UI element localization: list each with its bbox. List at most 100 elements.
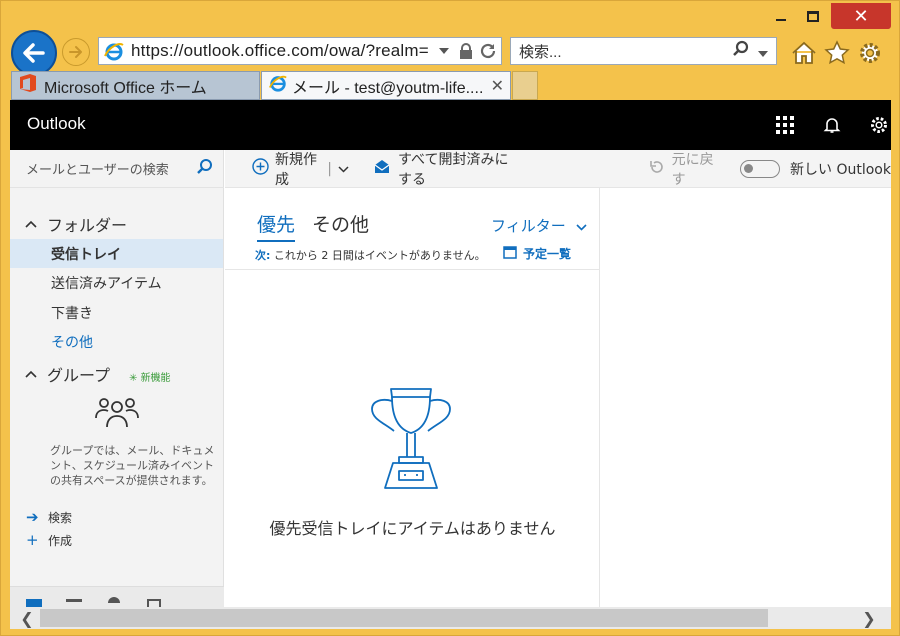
favorites-button[interactable]	[823, 39, 851, 67]
mail-search-placeholder: メールとユーザーの検索	[26, 163, 169, 178]
address-url[interactable]: https://outlook.office.com/owa/?realm=	[131, 41, 433, 61]
folder-label: 受信トレイ	[51, 246, 121, 263]
command-bar: 新規作成 | すべて開封済みにする 元に戻す 新しい Outlook	[225, 150, 891, 188]
chevron-down-icon[interactable]	[338, 161, 349, 177]
agenda-link[interactable]: 予定一覧	[503, 245, 571, 262]
app-title[interactable]: Outlook	[27, 114, 86, 134]
scroll-left-icon[interactable]: ❮	[16, 609, 38, 628]
search-icon[interactable]	[196, 158, 214, 180]
groups-description: グループでは、メール、ドキュメント、スケジュール済みイベントの共有スペースが提供…	[50, 444, 215, 487]
back-arrow-icon	[23, 43, 45, 63]
folder-label: その他	[51, 334, 93, 351]
folder-label: 下書き	[51, 305, 93, 322]
folders-header-label: フォルダー	[47, 216, 128, 235]
folder-more-link[interactable]: その他	[10, 327, 223, 356]
tab-other[interactable]: その他	[312, 210, 369, 237]
browser-window: ✕ https://outlook.office.com/owa/?realm=…	[0, 0, 900, 636]
tasks-module-icon[interactable]	[147, 599, 161, 607]
close-icon: ✕	[853, 5, 869, 27]
browser-search-placeholder: 検索...	[519, 43, 562, 61]
new-outlook-toggle[interactable]: 新しい Outlook	[740, 159, 891, 179]
home-icon	[792, 41, 816, 64]
upcoming-events-notice: 次: これから 2 日間はイベントがありません。	[255, 247, 486, 263]
office-logo-icon	[18, 73, 38, 98]
close-button[interactable]: ✕	[831, 3, 891, 29]
tab-office-home[interactable]: Microsoft Office ホーム	[11, 71, 260, 100]
folder-inbox[interactable]: 受信トレイ	[10, 239, 223, 268]
notifications-button[interactable]	[821, 114, 843, 136]
new-feature-label: 新機能	[140, 373, 171, 384]
filter-button[interactable]: フィルター	[491, 215, 587, 236]
settings-button[interactable]	[868, 114, 890, 136]
empty-inbox-message: 優先受信トレイにアイテムはありません	[269, 519, 556, 538]
divider	[225, 269, 600, 270]
chevron-up-icon	[25, 367, 37, 381]
people-module-icon[interactable]	[108, 597, 120, 607]
tab-label: メール - test@youtm-life....	[292, 79, 484, 97]
next-text: これから 2 日間はイベントがありません。	[273, 249, 486, 262]
maximize-button[interactable]	[798, 3, 828, 29]
bell-icon	[823, 118, 841, 133]
action-label: 検索	[48, 510, 73, 525]
outlook-header: Outlook	[10, 100, 891, 150]
browser-search-box[interactable]: 検索...	[510, 37, 777, 65]
home-button[interactable]	[790, 39, 818, 67]
mark-all-read-label: すべて開封済みにする	[398, 151, 509, 188]
folders-header[interactable]: フォルダー	[25, 212, 127, 236]
scroll-thumb[interactable]	[40, 609, 768, 627]
undo-icon	[649, 160, 664, 178]
scroll-right-icon[interactable]: ❯	[858, 609, 880, 628]
separator: |	[327, 160, 332, 177]
sparkle-icon: ✳	[129, 373, 141, 384]
toggle-knob	[744, 163, 754, 173]
minimize-icon	[776, 19, 786, 21]
module-switcher	[10, 586, 224, 607]
mark-all-read-button[interactable]: すべて開封済みにする	[374, 149, 517, 189]
toggle-switch[interactable]	[740, 159, 781, 178]
app-launcher-button[interactable]	[774, 114, 796, 136]
calendar-icon	[503, 245, 517, 262]
new-tab-button[interactable]	[512, 71, 538, 100]
forward-arrow-icon	[69, 46, 82, 58]
groups-icon	[95, 396, 139, 436]
new-outlook-label: 新しい Outlook	[790, 161, 891, 178]
tools-button[interactable]	[856, 39, 884, 67]
action-create[interactable]: + 作成	[26, 531, 72, 549]
search-icon[interactable]	[732, 40, 750, 62]
mail-search-box[interactable]: メールとユーザーの検索	[10, 150, 224, 188]
filter-label: フィルター	[491, 217, 566, 235]
new-message-button[interactable]: 新規作成	[252, 149, 321, 189]
action-search[interactable]: ➔ 検索	[26, 508, 72, 526]
folder-sent-items[interactable]: 送信済みアイテム	[10, 268, 223, 297]
dropdown-icon[interactable]	[433, 40, 455, 62]
agenda-label: 予定一覧	[523, 247, 572, 261]
forward-button[interactable]	[62, 38, 90, 66]
next-label: 次:	[255, 249, 271, 262]
mail-module-icon[interactable]	[26, 599, 42, 607]
address-bar[interactable]: https://outlook.office.com/owa/?realm=	[98, 37, 502, 65]
left-navigation: メールとユーザーの検索 フォルダー 受信トレイ 送信済みアイテム 下書き その他…	[10, 150, 224, 607]
calendar-module-icon[interactable]	[66, 599, 82, 607]
maximize-icon	[807, 10, 819, 22]
tab-outlook-mail[interactable]: メール - test@youtm-life.... ✕	[261, 71, 511, 100]
lock-icon[interactable]	[455, 40, 477, 62]
refresh-icon[interactable]	[477, 40, 499, 62]
groups-header-label: グループ	[47, 366, 111, 385]
outlook-app: Outlook メールとユーザーの検索 フォルダー 受信トレイ 送信済みアイテム…	[10, 100, 891, 607]
ie-logo-icon	[268, 73, 288, 98]
groups-header[interactable]: グループ	[25, 362, 110, 386]
gear-icon	[871, 117, 887, 133]
ie-logo-icon	[103, 40, 125, 62]
star-icon	[824, 40, 850, 65]
chevron-up-icon	[25, 217, 37, 231]
close-tab-icon[interactable]: ✕	[491, 76, 504, 96]
plus-circle-icon	[252, 158, 269, 179]
new-message-label: 新規作成	[275, 151, 317, 188]
undo-button[interactable]: 元に戻す	[649, 149, 718, 189]
minimize-button[interactable]	[766, 3, 796, 29]
back-button[interactable]	[11, 30, 57, 76]
horizontal-scrollbar[interactable]: ❮ ❯	[10, 607, 891, 629]
folder-drafts[interactable]: 下書き	[10, 298, 223, 327]
search-dropdown-icon[interactable]	[758, 42, 768, 61]
tab-focused[interactable]: 優先	[257, 210, 296, 242]
